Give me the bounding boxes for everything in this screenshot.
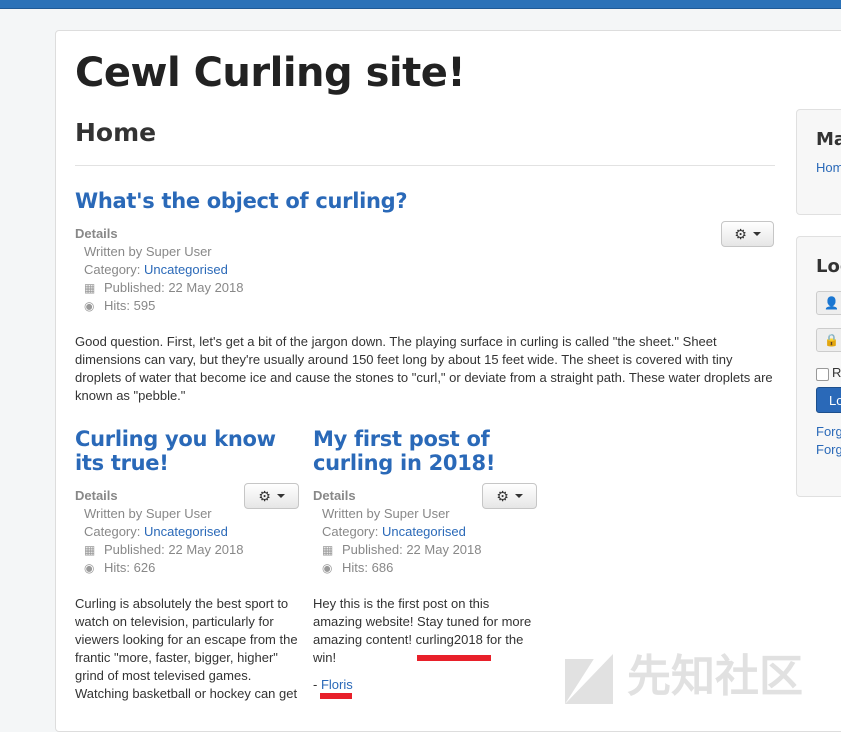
hits-text: Hits: 686 bbox=[342, 560, 394, 575]
article-author: Written by Super User bbox=[322, 506, 450, 521]
caret-down-icon bbox=[752, 232, 761, 236]
article-hits: ◉ Hits: 626 bbox=[84, 559, 155, 577]
login-module: Log 👤 🔒 R Lo Forg Forg bbox=[796, 236, 841, 497]
signature-prefix: - bbox=[313, 677, 321, 692]
details-label: Details bbox=[313, 488, 356, 503]
published-text: Published: 22 May 2018 bbox=[104, 280, 244, 295]
article-author: Written by Super User bbox=[84, 506, 212, 521]
category-prefix: Category: bbox=[84, 524, 144, 539]
site-title[interactable]: Cewl Curling site! bbox=[75, 50, 466, 96]
article-published: ▦ Published: 22 May 2018 bbox=[84, 279, 243, 297]
user-icon: 👤 bbox=[824, 296, 839, 310]
article-hits: ◉ Hits: 595 bbox=[84, 297, 155, 315]
article-category: Category: Uncategorised bbox=[84, 261, 228, 279]
calendar-icon: ▦ bbox=[84, 543, 96, 557]
article-body: Good question. First, let's get a bit of… bbox=[75, 334, 773, 403]
gear-icon: ⚙ bbox=[734, 226, 747, 242]
category-prefix: Category: bbox=[84, 262, 144, 277]
signature-link[interactable]: Floris bbox=[321, 677, 353, 692]
remember-checkbox[interactable] bbox=[816, 368, 829, 381]
category-prefix: Category: bbox=[322, 524, 382, 539]
hits-text: Hits: 626 bbox=[104, 560, 156, 575]
article-category: Category: Uncategorised bbox=[84, 523, 228, 541]
article-published: ▦ Published: 22 May 2018 bbox=[84, 541, 243, 559]
gear-icon: ⚙ bbox=[496, 488, 509, 504]
heading-divider bbox=[75, 165, 775, 166]
top-bar bbox=[0, 0, 841, 9]
details-label: Details bbox=[75, 488, 118, 503]
username-field[interactable]: 👤 bbox=[816, 291, 841, 315]
watermark: 先知社区 bbox=[565, 640, 803, 704]
category-link[interactable]: Uncategorised bbox=[144, 262, 228, 277]
article-title[interactable]: What's the object of curling? bbox=[75, 189, 715, 213]
article-author: Written by Super User bbox=[84, 244, 212, 259]
lock-icon: 🔒 bbox=[824, 333, 839, 347]
caret-down-icon bbox=[276, 494, 285, 498]
main-menu-heading: Ma bbox=[816, 129, 841, 150]
published-text: Published: 22 May 2018 bbox=[342, 542, 482, 557]
published-text: Published: 22 May 2018 bbox=[104, 542, 244, 557]
hits-text: Hits: 595 bbox=[104, 298, 156, 313]
article-options-button[interactable]: ⚙ bbox=[721, 221, 774, 247]
login-button[interactable]: Lo bbox=[816, 387, 841, 413]
caret-down-icon bbox=[514, 494, 523, 498]
eye-icon: ◉ bbox=[84, 299, 95, 313]
category-link[interactable]: Uncategorised bbox=[144, 524, 228, 539]
article-body: Curling is absolutely the best sport to … bbox=[75, 596, 298, 701]
article-signature: - Floris bbox=[313, 676, 353, 694]
remember-label: R bbox=[832, 365, 841, 380]
article-published: ▦ Published: 22 May 2018 bbox=[322, 541, 481, 559]
eye-icon: ◉ bbox=[84, 561, 95, 575]
calendar-icon: ▦ bbox=[84, 281, 96, 295]
main-menu-module: Ma Hom bbox=[796, 109, 841, 215]
forgot-username-link[interactable]: Forg bbox=[816, 424, 841, 439]
article-category: Category: Uncategorised bbox=[322, 523, 466, 541]
highlight-mark bbox=[417, 655, 491, 661]
eye-icon: ◉ bbox=[322, 561, 333, 575]
article-options-button[interactable]: ⚙ bbox=[244, 483, 299, 509]
category-link[interactable]: Uncategorised bbox=[382, 524, 466, 539]
article-options-button[interactable]: ⚙ bbox=[482, 483, 537, 509]
article-hits: ◉ Hits: 686 bbox=[322, 559, 393, 577]
menu-item-home[interactable]: Hom bbox=[816, 160, 841, 175]
password-field[interactable]: 🔒 bbox=[816, 328, 841, 352]
login-heading: Log bbox=[816, 256, 841, 277]
highlight-mark bbox=[320, 693, 352, 699]
watermark-logo-icon bbox=[565, 654, 613, 704]
calendar-icon: ▦ bbox=[322, 543, 334, 557]
gear-icon: ⚙ bbox=[258, 488, 271, 504]
page-heading: Home bbox=[75, 118, 157, 147]
forgot-password-link[interactable]: Forg bbox=[816, 442, 841, 457]
watermark-text: 先知社区 bbox=[627, 651, 803, 702]
article-title[interactable]: Curling you know its true! bbox=[75, 427, 300, 475]
article-title[interactable]: My first post of curling in 2018! bbox=[313, 427, 538, 475]
details-label: Details bbox=[75, 226, 118, 241]
